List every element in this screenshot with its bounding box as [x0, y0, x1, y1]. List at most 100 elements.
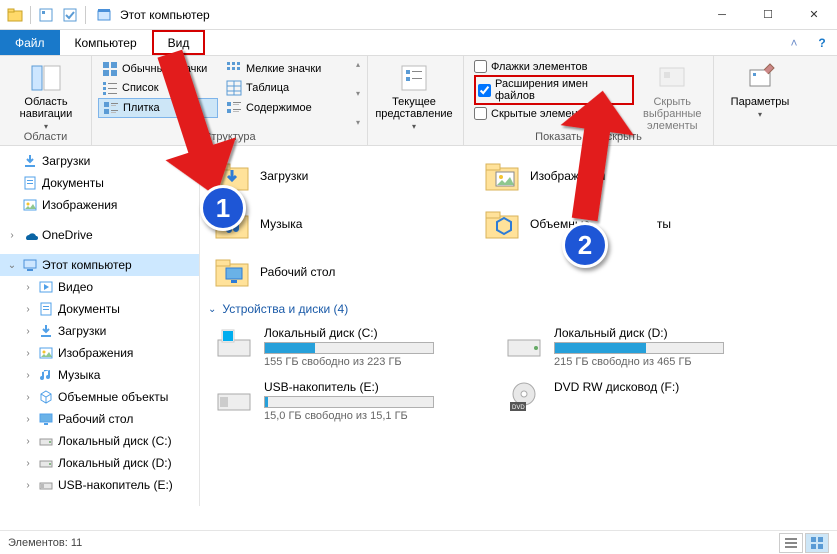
drive-free-label: 155 ГБ свободно из 223 ГБ: [264, 356, 496, 368]
tree-caret[interactable]: ›: [22, 480, 34, 491]
help-icon[interactable]: ?: [811, 32, 833, 54]
layout-scroll-up[interactable]: ▴: [351, 60, 365, 69]
tree-item[interactable]: ⌄ Этот компьютер: [0, 254, 199, 276]
chevron-down-icon: ▾: [758, 110, 762, 119]
folder-icon: [214, 254, 250, 290]
drive-item[interactable]: Локальный диск (C:)155 ГБ свободно из 22…: [210, 320, 500, 374]
tree-label: Документы: [42, 176, 104, 190]
tree-item[interactable]: ›Локальный диск (D:): [0, 452, 199, 474]
tree-caret[interactable]: ›: [22, 414, 34, 425]
tree-item[interactable]: ›USB-накопитель (E:): [0, 474, 199, 496]
drive-icon: [38, 433, 54, 449]
layout-table[interactable]: Таблица: [222, 79, 342, 97]
folder-label: Объемные ты: [530, 217, 671, 231]
tree-item[interactable]: ›Музыка: [0, 364, 199, 386]
tree-item[interactable]: Документы: [0, 172, 199, 194]
check-item-flags[interactable]: Флажки элементов: [474, 60, 634, 73]
folder-item[interactable]: Музыка: [210, 200, 480, 248]
folder-item[interactable]: Рабочий стол: [210, 248, 480, 296]
title-bar: Этот компьютер ─ ☐ ✕: [0, 0, 837, 30]
check-file-extensions[interactable]: Расширения имен файлов: [474, 75, 634, 105]
current-view-button[interactable]: Текущее представление ▾: [374, 58, 454, 131]
drive-item[interactable]: DVDDVD RW дисковод (F:): [500, 374, 790, 428]
explorer-icon: [4, 4, 26, 26]
drive-icon: DVD: [504, 380, 544, 414]
group-show-hide: Флажки элементов Расширения имен файлов …: [464, 56, 714, 145]
video-icon: [38, 279, 54, 295]
tree-caret[interactable]: ›: [22, 282, 34, 293]
tree-label: Объемные объекты: [58, 390, 168, 404]
ribbon-collapse-icon[interactable]: ˄: [783, 32, 805, 54]
window-icon: [96, 7, 112, 23]
tree-caret[interactable]: ›: [22, 326, 34, 337]
layout-expand[interactable]: ▾: [351, 118, 365, 127]
layout-list[interactable]: Список: [98, 79, 218, 97]
drive-item[interactable]: USB-накопитель (E:)15,0 ГБ свободно из 1…: [210, 374, 500, 428]
tree-item[interactable]: › Загрузки: [0, 320, 199, 342]
tree-caret[interactable]: ›: [6, 230, 18, 241]
tree-caret[interactable]: ›: [22, 370, 34, 381]
tree-item[interactable]: Загрузки: [0, 150, 199, 172]
tree-label: Локальный диск (C:): [58, 434, 172, 448]
svg-text:DVD: DVD: [512, 405, 525, 411]
folder-item[interactable]: Изображения: [480, 152, 750, 200]
tiles-view-button[interactable]: [805, 533, 829, 553]
tree-label: Загрузки: [58, 324, 106, 338]
tree-item[interactable]: Изображения: [0, 194, 199, 216]
doc-icon: [22, 175, 38, 191]
layout-big-icons[interactable]: Обычные значки: [98, 60, 218, 78]
close-button[interactable]: ✕: [791, 0, 837, 30]
content-pane[interactable]: Загрузки Изображения Музыка Объемные ты Рабо…: [200, 146, 837, 506]
tab-view[interactable]: Вид: [152, 30, 206, 55]
details-view-button[interactable]: [779, 533, 803, 553]
drive-item[interactable]: Локальный диск (D:)215 ГБ свободно из 46…: [500, 320, 790, 374]
tree-item[interactable]: ›Изображения: [0, 342, 199, 364]
folder-item[interactable]: Загрузки: [210, 152, 480, 200]
tree-item[interactable]: ›Документы: [0, 298, 199, 320]
tree-item[interactable]: ›Рабочий стол: [0, 408, 199, 430]
tree-item[interactable]: › Локальный диск (C:): [0, 430, 199, 452]
layout-scroll-down[interactable]: ▾: [351, 89, 365, 98]
status-item-count: Элементов: 11: [8, 537, 82, 549]
tree-item[interactable]: ›Видео: [0, 276, 199, 298]
music-icon: [38, 367, 54, 383]
drive-label: Локальный диск (D:): [554, 326, 786, 340]
checkbox-qat-icon[interactable]: [59, 4, 81, 26]
chevron-down-icon: ▾: [412, 122, 416, 131]
nav-tree[interactable]: Загрузки Документы Изображения ›OneDrive ⌄ Эт…: [0, 146, 200, 506]
tab-computer[interactable]: Компьютер: [60, 30, 152, 55]
tree-caret[interactable]: ⌄: [6, 260, 18, 271]
layout-content[interactable]: Содержимое: [222, 98, 342, 118]
tree-caret[interactable]: ›: [22, 436, 34, 447]
tree-label: Загрузки: [42, 154, 90, 168]
folder-label: Изображения: [530, 169, 605, 183]
layout-small-icons[interactable]: Мелкие значки: [222, 60, 342, 78]
properties-icon[interactable]: [35, 4, 57, 26]
group-options: Параметры ▾: [714, 56, 794, 145]
doc-icon: [38, 301, 54, 317]
tree-caret[interactable]: ›: [22, 348, 34, 359]
options-button[interactable]: Параметры ▾: [720, 58, 800, 119]
drives-section-header[interactable]: ⌄ Устройства и диски (4): [208, 302, 827, 316]
tree-caret[interactable]: ›: [22, 304, 34, 315]
minimize-button[interactable]: ─: [699, 0, 745, 30]
tab-file[interactable]: Файл: [0, 30, 60, 55]
pc-icon: [22, 257, 38, 273]
pic-icon: [38, 345, 54, 361]
layout-tiles[interactable]: Плитка: [98, 98, 218, 118]
tree-caret[interactable]: ›: [22, 458, 34, 469]
tree-item[interactable]: ›OneDrive: [0, 224, 199, 246]
3d-icon: [38, 389, 54, 405]
tree-label: Этот компьютер: [42, 258, 132, 272]
drive-icon: [504, 326, 544, 360]
nav-pane-button[interactable]: Область навигации ▾: [6, 58, 86, 131]
drive-icon: [214, 380, 254, 414]
folder-icon: [214, 206, 250, 242]
drive-icon: [214, 326, 254, 360]
maximize-button[interactable]: ☐: [745, 0, 791, 30]
check-hidden-items[interactable]: Скрытые элементы: [474, 107, 634, 120]
drive-capacity-bar: [264, 396, 434, 408]
tree-item[interactable]: › Объемные объекты: [0, 386, 199, 408]
folder-item[interactable]: Объемные ты: [480, 200, 750, 248]
tree-caret[interactable]: ›: [22, 392, 34, 403]
